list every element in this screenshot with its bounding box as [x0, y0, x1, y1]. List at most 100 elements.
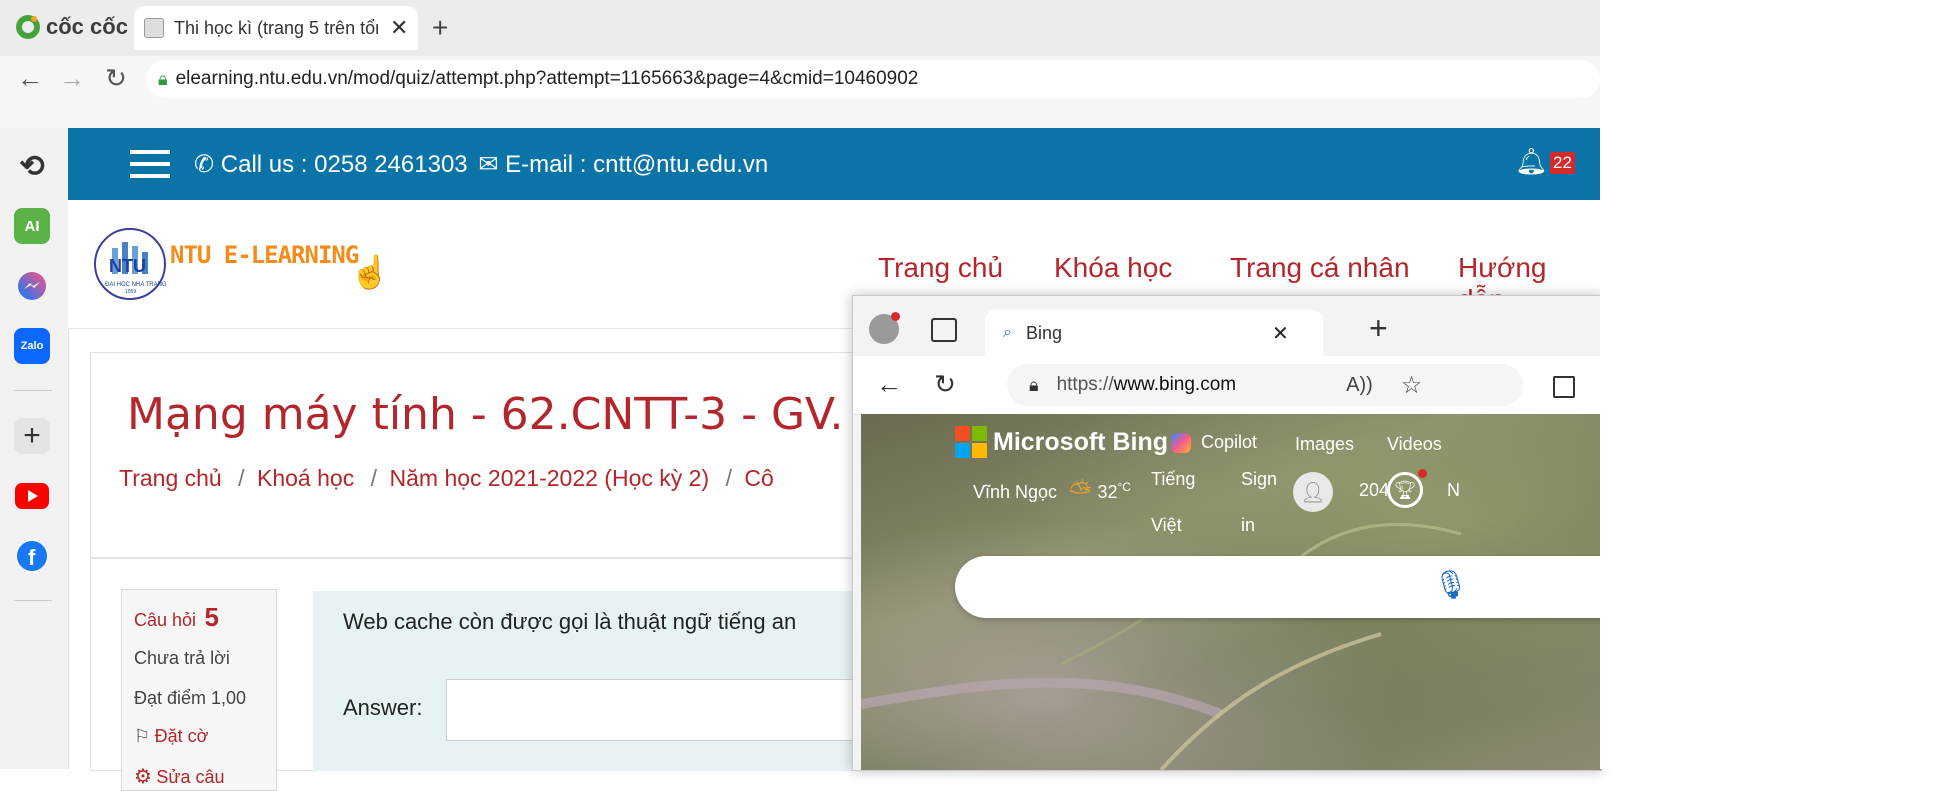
youtube-icon[interactable]: [14, 478, 50, 514]
edge-reload-icon[interactable]: ↻: [925, 364, 965, 404]
add-app-icon[interactable]: +: [14, 418, 50, 454]
browser-tab-active[interactable]: Thi học kì (trang 5 trên tổng ✕: [134, 6, 418, 50]
breadcrumb-next[interactable]: Cô: [744, 465, 773, 491]
coccoc-logo[interactable]: cốc cốc: [14, 13, 128, 41]
sign-in-link[interactable]: Sign in: [1241, 456, 1277, 548]
language-link[interactable]: Tiếng Việt: [1151, 456, 1195, 548]
coccoc-logo-icon: [16, 15, 40, 39]
breadcrumb-home[interactable]: Trang chủ: [119, 465, 222, 491]
hamburger-menu-icon[interactable]: [130, 150, 170, 178]
edge-lock-icon: 🔒︎: [1029, 374, 1039, 395]
svg-text:f: f: [28, 545, 36, 570]
contact-info: ✆ Call us : 0258 2461303 ✉ E-mail : cntt…: [194, 150, 768, 179]
breadcrumb-separator: /: [725, 465, 732, 491]
edge-tab-active[interactable]: ⌕ Bing ✕: [985, 310, 1323, 356]
logo-year: 1959: [125, 289, 136, 295]
address-bar[interactable]: 🔒︎ elearning.ntu.edu.vn/mod/quiz/attempt…: [146, 60, 1600, 98]
question-label: Câu hỏi: [134, 610, 197, 630]
ai-assistant-label: AI: [24, 217, 40, 235]
videos-link[interactable]: Videos: [1387, 434, 1442, 455]
breadcrumb-separator: /: [370, 465, 378, 491]
favorite-star-icon[interactable]: ☆: [1401, 371, 1423, 400]
profile-alert-dot: [891, 312, 900, 321]
edge-tab-close-icon[interactable]: ✕: [1272, 321, 1289, 346]
microphone-icon[interactable]: 🎙︎: [1433, 568, 1469, 601]
logo-abbr: NTU: [109, 256, 146, 276]
breadcrumb-courses[interactable]: Khoá học: [257, 465, 354, 491]
edge-tab-title: Bing: [1025, 322, 1062, 343]
user-avatar-icon[interactable]: 👤︎: [1293, 472, 1333, 512]
breadcrumb-year[interactable]: Năm học 2021-2022 (Học kỳ 2): [390, 465, 710, 491]
tab-actions-icon[interactable]: [931, 318, 957, 342]
bing-search-box[interactable]: 🎙︎: [955, 556, 1601, 618]
facebook-icon[interactable]: f: [14, 538, 50, 574]
bing-logo[interactable]: Microsoft Bing: [955, 426, 1168, 458]
lock-icon: 🔒︎: [158, 68, 168, 89]
zalo-icon[interactable]: Zalo: [14, 328, 50, 364]
edit-question[interactable]: ⚙ Sửa câu: [134, 764, 224, 789]
copilot-link[interactable]: Copilot: [1171, 432, 1257, 453]
logo-sub-text: ĐẠI HỌC NHA TRANG: [105, 282, 167, 288]
answer-label: Answer:: [343, 695, 423, 720]
edge-profile-icon[interactable]: [869, 312, 900, 344]
call-us-text: Call us : 0258 2461303: [220, 151, 468, 178]
back-arrow-icon[interactable]: ←: [10, 58, 50, 98]
question-points: Đạt điểm 1,00: [134, 688, 247, 708]
microsoft-logo-icon: [955, 426, 987, 458]
nav-home[interactable]: Trang chủ: [878, 252, 1003, 284]
phone-icon: ✆: [194, 151, 215, 178]
history-icon[interactable]: ⟲: [14, 148, 50, 184]
question-number-line: Câu hỏi 5: [134, 602, 219, 633]
edge-browser-window[interactable]: ⌕ Bing ✕ + ← ↻ 🔒︎ https:// www.bing.com …: [852, 295, 1602, 771]
nav-courses[interactable]: Khóa học: [1054, 252, 1172, 284]
copilot-icon: [1171, 432, 1191, 453]
forward-arrow-icon[interactable]: →: [52, 58, 92, 98]
location-text: Vĩnh Ngọc: [973, 482, 1058, 502]
notification-badge: 22: [1550, 152, 1575, 174]
question-status: Chưa trả lời: [134, 648, 230, 668]
rewards-points[interactable]: 204: [1359, 480, 1389, 501]
youtube-logo-icon: [15, 483, 49, 509]
messenger-icon[interactable]: [14, 268, 50, 304]
rewards-alert-dot: [1418, 469, 1427, 478]
images-link[interactable]: Images: [1295, 434, 1354, 455]
rewards-trophy-icon[interactable]: 🏆︎: [1387, 469, 1427, 508]
tab-favicon-icon: [144, 18, 164, 38]
nav-profile[interactable]: Trang cá nhân: [1230, 252, 1410, 284]
ntu-logo[interactable]: NTU ĐẠI HỌC NHA TRANG 1959 NTU E-LEARNIN…: [92, 226, 390, 302]
desktop-blank-area: [1600, 0, 1943, 769]
ai-assistant-icon[interactable]: AI: [14, 208, 50, 244]
edge-address-bar[interactable]: 🔒︎ https:// www.bing.com A)) ☆: [1007, 364, 1523, 406]
browser-toolbar: ← → ↻ 🔒︎ elearning.ntu.edu.vn/mod/quiz/a…: [0, 56, 1600, 128]
edge-new-tab-button[interactable]: +: [1369, 310, 1388, 347]
email-text[interactable]: E-mail : cntt@ntu.edu.vn: [505, 151, 768, 178]
partly-cloudy-icon: ⛅︎: [1069, 476, 1092, 507]
tab-title: Thi học kì (trang 5 trên tổng: [174, 17, 378, 38]
read-aloud-icon[interactable]: A)): [1346, 374, 1373, 397]
question-number: 5: [204, 602, 219, 632]
edge-url-domain: www.bing.com: [1113, 374, 1237, 395]
flag-question[interactable]: ⚐ Đặt cờ: [134, 726, 208, 747]
coccoc-brand-text: cốc cốc: [46, 14, 128, 39]
address-bar-url: elearning.ntu.edu.vn/mod/quiz/attempt.ph…: [175, 68, 919, 89]
breadcrumb: Trang chủ / Khoá học / Năm học 2021-2022…: [119, 465, 774, 492]
tab-close-icon[interactable]: ✕: [390, 15, 408, 41]
more-menu-text[interactable]: N: [1447, 480, 1460, 501]
copilot-label: Copilot: [1201, 432, 1258, 452]
sidebar-divider: [14, 390, 52, 391]
notification-bell-icon[interactable]: 🔔︎: [1515, 146, 1548, 177]
browser-tab-bar: cốc cốc Thi học kì (trang 5 trên tổng ✕ …: [0, 0, 1600, 56]
flag-label: Đặt cờ: [154, 726, 209, 746]
reload-icon[interactable]: ↻: [96, 58, 136, 98]
breadcrumb-separator: /: [238, 465, 245, 491]
course-title: Mạng máy tính - 62.CNTT-3 - GV. C: [127, 389, 889, 440]
new-tab-button[interactable]: +: [432, 12, 448, 44]
language-line-1: Tiếng: [1151, 469, 1196, 489]
split-screen-icon[interactable]: [1553, 376, 1575, 398]
ntu-seal-icon: NTU ĐẠI HỌC NHA TRANG 1959: [94, 228, 167, 300]
flag-icon: ⚐: [134, 726, 151, 746]
edge-back-icon[interactable]: ←: [869, 364, 909, 404]
weather-widget[interactable]: Vĩnh Ngọc ⛅︎ 32 °C: [973, 476, 1131, 509]
bing-search-favicon-icon: ⌕: [1003, 324, 1012, 341]
sign-in-line-2: in: [1241, 515, 1256, 535]
